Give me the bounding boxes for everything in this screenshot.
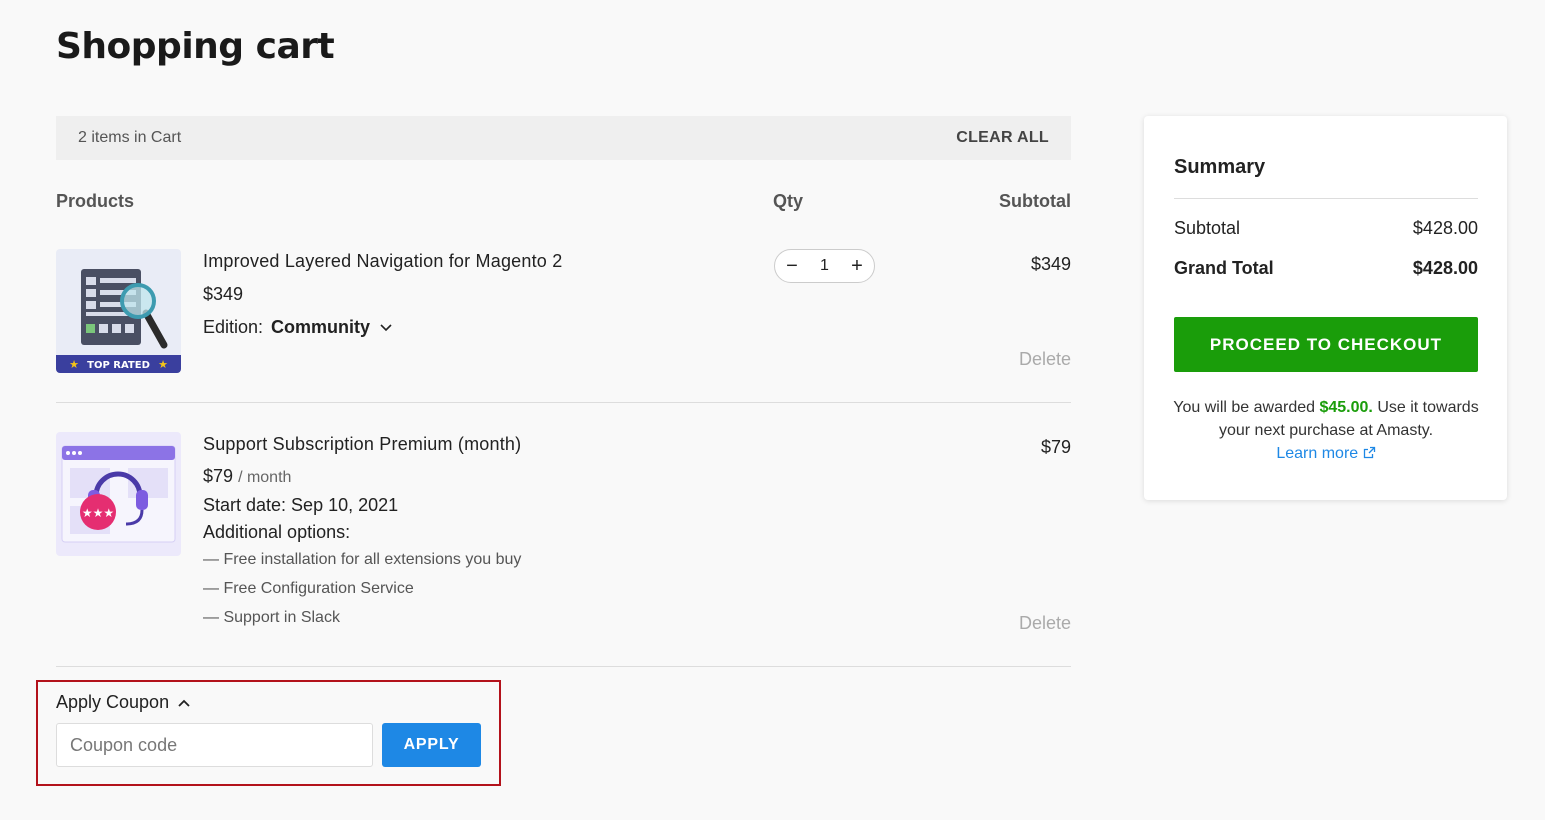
quantity-value: 1	[820, 257, 829, 274]
apply-coupon-label: Apply Coupon	[56, 692, 170, 712]
product-price: $79	[203, 466, 234, 486]
option-item: — Free Configuration Service	[203, 580, 414, 597]
learn-more-link[interactable]: Learn more	[1276, 445, 1375, 462]
reward-message: You will be awarded $45.00. Use it towar…	[1164, 396, 1488, 465]
chevron-up-icon[interactable]	[177, 698, 191, 708]
subtotal-label: Subtotal	[1174, 218, 1241, 238]
star-icon: ★	[69, 358, 79, 371]
summary-grand-total-row: Grand Total $428.00	[1174, 258, 1478, 279]
increase-qty-button[interactable]: +	[850, 256, 864, 276]
item-subtotal: $79	[1040, 437, 1071, 457]
page-title: Shopping cart	[56, 26, 335, 67]
product-name[interactable]: Support Subscription Premium (month)	[203, 434, 521, 455]
delete-item-button[interactable]: Delete	[1019, 613, 1071, 634]
cart-item-count: 2 items in Cart	[78, 129, 182, 146]
learn-more-label: Learn more	[1276, 445, 1359, 462]
product-price-line: $79 / month	[203, 466, 291, 487]
option-item: — Free installation for all extensions y…	[203, 551, 522, 568]
option-item: — Support in Slack	[203, 609, 340, 626]
subtotal-column-header: Subtotal	[999, 191, 1071, 211]
summary-title: Summary	[1174, 156, 1266, 178]
edition-selector[interactable]: Edition: Community	[203, 317, 393, 338]
delete-item-button[interactable]: Delete	[1019, 349, 1071, 370]
product-name[interactable]: Improved Layered Navigation for Magento …	[203, 251, 562, 272]
svg-text:★★★: ★★★	[82, 506, 114, 520]
order-summary-panel: Summary Subtotal $428.00 Grand Total $42…	[1144, 116, 1507, 500]
edition-value[interactable]: Community	[271, 317, 370, 338]
item-subtotal: $349	[1030, 254, 1071, 274]
product-price: $349	[203, 284, 244, 304]
apply-coupon-button[interactable]: APPLY	[382, 723, 481, 767]
top-rated-badge: TOP RATED	[87, 360, 150, 371]
edition-label: Edition:	[203, 317, 264, 337]
products-column-header: Products	[56, 191, 135, 211]
grand-total-label: Grand Total	[1174, 258, 1274, 278]
start-date: Start date: Sep 10, 2021	[203, 495, 399, 515]
cart-header-bar: 2 items in Cart CLEAR ALL	[56, 116, 1071, 160]
decrease-qty-button[interactable]: −	[785, 256, 799, 276]
reward-prefix: You will be awarded	[1173, 399, 1316, 416]
reward-amount: $45.00.	[1319, 399, 1373, 416]
chevron-down-icon[interactable]	[379, 323, 393, 333]
quantity-stepper[interactable]: − 1 +	[774, 249, 875, 283]
item-divider	[56, 666, 1071, 667]
item-divider	[56, 402, 1071, 403]
product-image-support-subscription[interactable]: ★★★	[56, 432, 181, 556]
external-link-icon[interactable]	[1363, 446, 1376, 459]
proceed-to-checkout-button[interactable]: PROCEED TO CHECKOUT	[1174, 317, 1478, 372]
apply-coupon-toggle[interactable]: Apply Coupon	[56, 692, 191, 713]
product-image-layered-navigation[interactable]: TOP RATED ★ ★	[56, 249, 181, 373]
coupon-code-input[interactable]	[56, 723, 373, 767]
clear-all-button[interactable]: CLEAR ALL	[956, 129, 1049, 147]
price-unit: / month	[238, 469, 292, 486]
support-headset-illustration-icon: ★★★	[56, 432, 181, 556]
summary-subtotal-row: Subtotal $428.00	[1174, 218, 1478, 239]
star-icon: ★	[158, 358, 168, 371]
qty-column-header: Qty	[773, 191, 804, 211]
subtotal-value: $428.00	[1412, 218, 1478, 238]
grand-total-value: $428.00	[1412, 258, 1478, 278]
additional-options-label: Additional options:	[203, 522, 351, 542]
layered-navigation-illustration-icon: TOP RATED ★ ★	[56, 249, 181, 373]
summary-divider	[1174, 198, 1478, 199]
